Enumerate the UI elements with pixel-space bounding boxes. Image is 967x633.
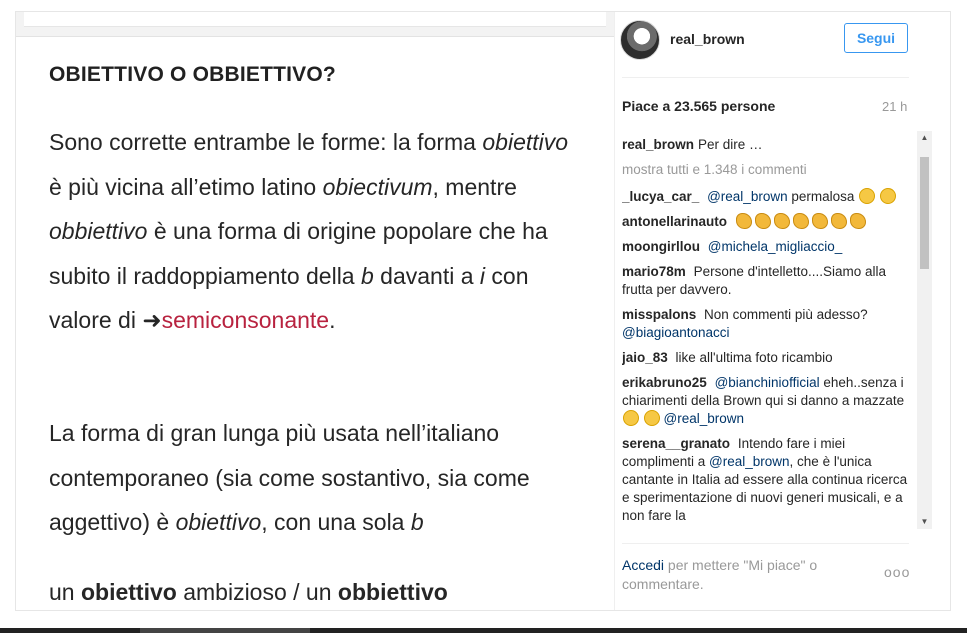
divider: [622, 77, 909, 78]
comment-text: like all'ultima foto ricambio: [675, 350, 833, 365]
comment-username[interactable]: jaio_83: [622, 350, 668, 365]
comments-scrollbar[interactable]: ▲ ▼: [917, 131, 932, 529]
clapping-hands-icon: [849, 213, 866, 229]
taskbar-strip: [0, 628, 967, 633]
face-with-tears-of-joy-icon: [859, 188, 876, 204]
scrollbar-thumb[interactable]: [920, 157, 929, 269]
header-username[interactable]: real_brown: [670, 31, 745, 47]
list-item: _lucya_car_ @real_brown permalosa: [622, 188, 915, 206]
clapping-hands-icon: [830, 213, 847, 229]
clapping-hands-icon: [773, 213, 790, 229]
comment-username[interactable]: antonellarinauto: [622, 214, 727, 229]
post-image-paragraph-2: La forma di gran lunga più usata nell’it…: [49, 420, 530, 535]
comment-username[interactable]: misspalons: [622, 307, 696, 322]
show-all-comments-link[interactable]: mostra tutti e 1.348 i commenti: [622, 161, 915, 179]
caption: real_brown Per dire …: [622, 136, 915, 154]
clapping-hands-icon: [735, 213, 752, 229]
list-item: antonellarinauto: [622, 213, 915, 231]
comment-text: permalosa: [791, 189, 855, 204]
list-item: serena__granato Intendo fare i miei comp…: [622, 435, 915, 525]
comments-list[interactable]: real_brown Per dire … mostra tutti e 1.34…: [622, 136, 915, 530]
post-timestamp[interactable]: 21 h: [882, 99, 907, 114]
comment-username[interactable]: erikabruno25: [622, 375, 707, 390]
list-item: mario78m Persone d'intelletto....Siamo a…: [622, 263, 915, 299]
face-with-tears-of-joy-icon: [879, 188, 896, 204]
comment-username[interactable]: mario78m: [622, 264, 686, 279]
comment-mention[interactable]: @real_brown: [664, 411, 745, 426]
post-header: real_brown Segui: [620, 20, 910, 60]
likes-count[interactable]: Piace a 23.565 persone: [622, 98, 775, 114]
list-item: erikabruno25 @bianchiniofficial eheh..se…: [622, 374, 915, 428]
list-item: misspalons Non commenti più adesso? @bia…: [622, 306, 915, 342]
clapping-hands-icon: [792, 213, 809, 229]
comment-mention[interactable]: @real_brown: [709, 454, 790, 469]
login-prompt: Accedi per mettere "Mi piace" o commenta…: [622, 556, 852, 594]
divider: [622, 543, 909, 544]
face-with-tears-of-joy-icon: [643, 410, 660, 426]
list-item: moongirllou @michela_migliaccio_: [622, 238, 915, 256]
post-image-heading: OBIETTIVO O OBBIETTIVO?: [49, 63, 336, 86]
list-item: jaio_83 like all'ultima foto ricambio: [622, 349, 915, 367]
comment-username[interactable]: real_brown: [622, 137, 694, 152]
comment-username[interactable]: moongirllou: [622, 239, 700, 254]
post-image: OBIETTIVO O OBBIETTIVO? Sono corrette en…: [16, 12, 615, 610]
more-options-button[interactable]: ooo: [884, 564, 910, 580]
clapping-hands-icon: [754, 213, 771, 229]
clapping-hands-icon: [811, 213, 828, 229]
comment-mention[interactable]: @real_brown: [707, 189, 788, 204]
scroll-up-icon[interactable]: ▲: [917, 131, 932, 145]
comment-username[interactable]: serena__granato: [622, 436, 730, 451]
comment-mention[interactable]: @michela_migliaccio_: [708, 239, 843, 254]
comment-text: Per dire …: [698, 137, 763, 152]
comment-text: Non commenti più adesso?: [704, 307, 868, 322]
face-with-tears-of-joy-icon: [623, 410, 639, 426]
login-link[interactable]: Accedi: [622, 557, 664, 573]
comment-username[interactable]: _lucya_car_: [622, 189, 699, 204]
comment-mention[interactable]: @biagioantonacci: [622, 325, 730, 340]
avatar[interactable]: [620, 20, 660, 60]
semiconsonante-link: semiconsonante: [161, 307, 330, 333]
comment-mention[interactable]: @bianchiniofficial: [715, 375, 820, 390]
scroll-down-icon[interactable]: ▼: [917, 515, 932, 529]
post-image-paragraph-3: un obiettivo ambizioso / un obbiettivo: [49, 579, 448, 605]
image-top-strip: [16, 12, 614, 37]
post-image-paragraph-1: Sono corrette entrambe le forme: la form…: [49, 129, 569, 333]
follow-button[interactable]: Segui: [844, 23, 908, 53]
arrow-right-icon: ➜: [142, 307, 162, 333]
